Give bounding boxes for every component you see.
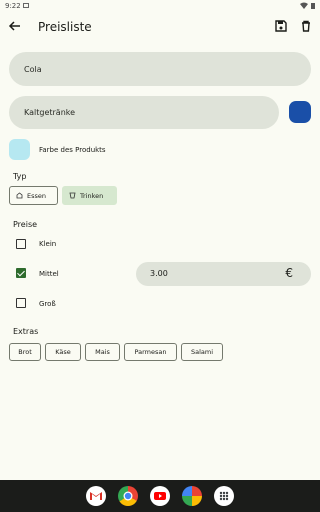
battery-icon [311, 3, 315, 9]
category-color-button[interactable] [289, 101, 311, 123]
delete-icon[interactable] [299, 19, 313, 33]
product-color-swatch[interactable] [9, 139, 30, 160]
price-input-mittel[interactable]: 3.00 € [136, 262, 311, 286]
app-bar: Preisliste [0, 12, 320, 44]
save-icon[interactable] [274, 19, 288, 33]
dock-bar [0, 480, 320, 512]
extra-chip-label: Salami [190, 348, 214, 356]
price-label-klein: Klein [39, 240, 57, 248]
extra-chip[interactable]: Parmesan [124, 343, 177, 361]
category-field[interactable]: Kaltgetränke [9, 96, 279, 129]
name-field[interactable]: Cola [9, 52, 311, 86]
euro-icon: € [285, 266, 293, 280]
type-label: Typ [13, 172, 27, 181]
youtube-icon[interactable] [150, 486, 170, 506]
status-icons [300, 2, 315, 9]
product-color-label: Farbe des Produkts [39, 146, 106, 154]
type-label-trinken: Trinken [80, 191, 104, 200]
prices-label: Preise [13, 220, 38, 229]
notification-icon [23, 3, 29, 8]
apps-icon[interactable] [214, 486, 234, 506]
page-title: Preisliste [38, 20, 92, 34]
type-chip-trinken[interactable]: Trinken [62, 186, 117, 205]
status-time: 9:22 [5, 2, 21, 10]
wifi-icon [300, 2, 308, 9]
extra-chip[interactable]: Salami [181, 343, 223, 361]
extra-chip-label: Parmesan [134, 348, 167, 356]
status-bar: 9:22 [0, 0, 320, 12]
type-label-essen: Essen [27, 191, 46, 200]
name-value: Cola [24, 64, 42, 74]
chrome-icon[interactable] [118, 486, 138, 506]
price-value: 3.00 [150, 269, 168, 278]
price-checkbox-klein[interactable] [16, 239, 26, 249]
price-checkbox-mittel[interactable] [16, 268, 26, 278]
arrow-back-icon[interactable] [7, 18, 23, 34]
photos-icon[interactable] [182, 486, 202, 506]
price-checkbox-gross[interactable] [16, 298, 26, 308]
drink-icon [69, 192, 76, 199]
extra-chip-label: Käse [55, 348, 71, 356]
price-label-mittel: Mittel [39, 270, 59, 278]
extra-chip-label: Brot [18, 348, 32, 356]
gmail-icon[interactable] [86, 486, 106, 506]
extras-label: Extras [13, 327, 39, 336]
type-chip-essen[interactable]: Essen [9, 186, 58, 205]
extra-chip[interactable]: Brot [9, 343, 41, 361]
extra-chip[interactable]: Mais [85, 343, 120, 361]
extra-chip-label: Mais [95, 348, 110, 356]
food-icon [16, 192, 23, 199]
extra-chip[interactable]: Käse [45, 343, 81, 361]
category-value: Kaltgetränke [24, 108, 76, 117]
price-label-gross: Groß [39, 300, 56, 308]
